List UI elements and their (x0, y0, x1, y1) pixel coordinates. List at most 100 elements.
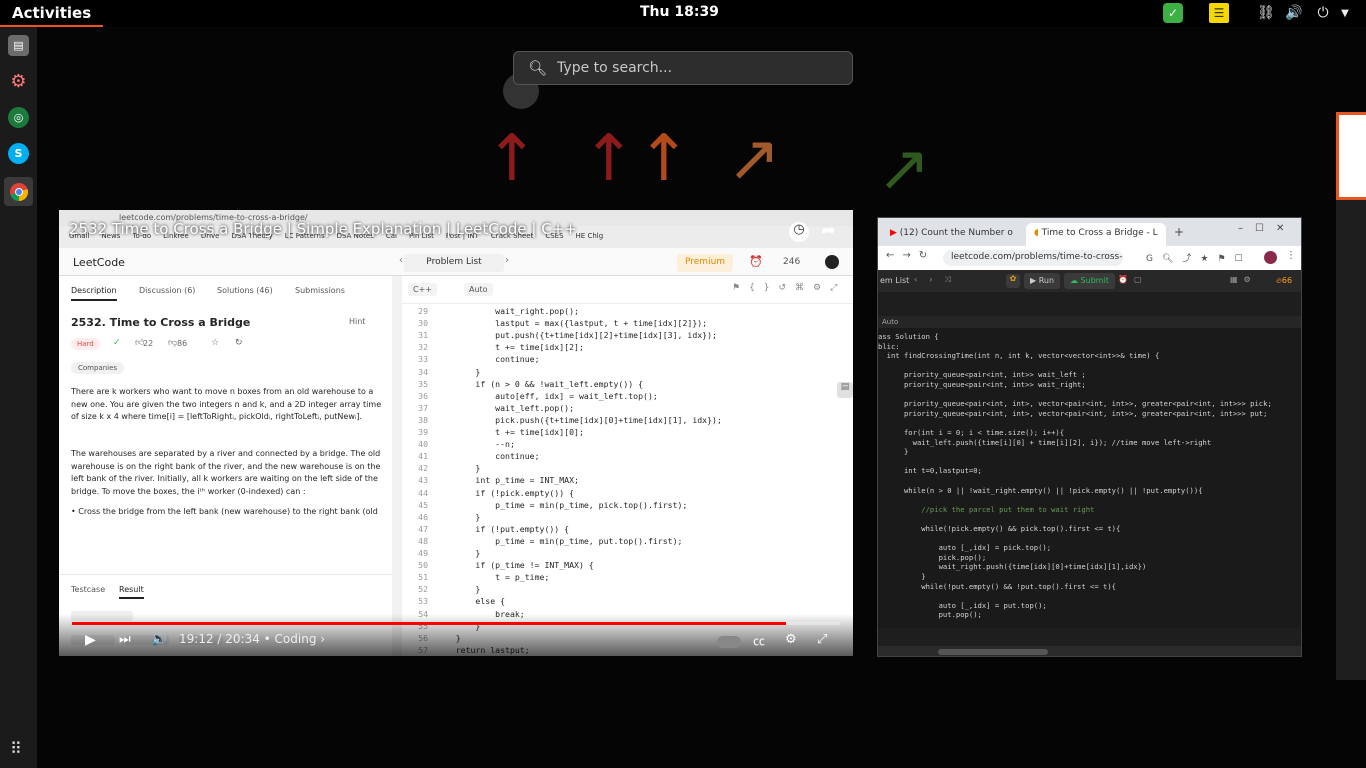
code-editor[interactable]: ass Solution {blic: int findCrossingTime… (878, 328, 1301, 628)
clock[interactable]: Thu 18:39 (640, 4, 719, 20)
submit-button[interactable]: ☁ Submit (1064, 273, 1115, 289)
globe-icon[interactable]: ◎ (8, 107, 29, 128)
code-line: } (878, 572, 926, 581)
gear-icon[interactable]: ⚙ (8, 71, 29, 92)
notes-icon[interactable]: ☰ (1209, 3, 1229, 23)
auto-toggle[interactable]: Auto (464, 283, 493, 296)
volume-icon[interactable]: 🔊 (1285, 3, 1303, 23)
scrollbar-thumb[interactable] (938, 649, 1048, 655)
chevron-right-icon[interactable]: › (505, 255, 509, 266)
refresh-icon[interactable]: ↻ (235, 338, 243, 348)
editor-head: Auto (878, 316, 1301, 328)
check-shield-icon[interactable]: ✓ (1163, 3, 1183, 23)
fullscreen-icon[interactable]: ⤢ (817, 632, 827, 647)
problem-list-link[interactable]: em List (880, 276, 909, 285)
file-cabinet-icon[interactable]: ▤ (8, 35, 29, 56)
tab-youtube[interactable]: ▶ (12) Count the Number o (882, 223, 1022, 246)
profile-avatar[interactable] (1264, 251, 1277, 264)
chrome-icon[interactable] (4, 177, 33, 206)
like-count: 22 (143, 339, 154, 348)
layout-icons[interactable]: ▦⚙ (1230, 275, 1257, 284)
code-line: while(!put.empty() && !put.top().first <… (878, 581, 1116, 591)
activities-button[interactable]: Activities (0, 0, 104, 27)
leetcode-toolbar: em List ‹›⤨ ✿ ▶ Run ☁ Submit ⏰▢ ▦⚙ 🔥︎66 (878, 270, 1301, 292)
tab-discussion[interactable]: Discussion (6) (139, 286, 195, 295)
code-text: wait_left.pop(); (436, 402, 575, 413)
timer-icons[interactable]: ⏰▢ (1118, 275, 1148, 284)
editor-toolbar: C++ Auto ⚑{}↺⌘⚙⤢ (402, 276, 853, 304)
leetcode-logo[interactable]: LeetCode (73, 256, 125, 269)
watch-later-icon[interactable]: ◷ (789, 222, 809, 242)
url-field[interactable]: leetcode.com/problems/time-to-cross-a-..… (943, 250, 1123, 266)
search-box[interactable]: 🔍︎ (513, 51, 853, 85)
problem-list-button[interactable]: Problem List (404, 254, 504, 272)
streak-counter[interactable]: 🔥︎66 (1276, 276, 1292, 286)
apps-grid-icon[interactable]: ⠿ (10, 739, 22, 758)
browser-window[interactable]: ▶ (12) Count the Number o ◖ Time to Cros… (877, 217, 1302, 657)
play-icon[interactable]: ▶ (85, 632, 96, 648)
tab-testcase[interactable]: Testcase (71, 585, 105, 594)
skype-icon[interactable]: S (8, 143, 29, 164)
line-number: 40 (418, 439, 428, 450)
window-controls[interactable]: –☐✕ (1238, 223, 1296, 234)
document-icon[interactable]: ▤ (837, 382, 853, 398)
new-tab-icon[interactable]: + (1174, 225, 1184, 239)
autoplay-toggle[interactable] (717, 636, 741, 648)
progress-bar[interactable] (72, 622, 840, 625)
horizontal-scrollbar[interactable] (878, 646, 1301, 656)
code-text: if (!pick.empty()) { (436, 487, 575, 498)
language-select[interactable]: C++ (408, 283, 437, 296)
premium-button[interactable]: Premium (677, 254, 734, 272)
hint-button[interactable]: Hint (349, 317, 365, 326)
chevron-left-icon[interactable]: ‹ (399, 255, 403, 266)
code-text: } (436, 511, 481, 522)
line-number: 33 (418, 354, 428, 365)
share-icon[interactable]: ➦ (821, 220, 836, 241)
code-text: auto[eff, idx] = wait_left.top(); (436, 390, 658, 401)
thumbs-down-icon[interactable]: 👎︎ (168, 338, 177, 348)
menu-icon[interactable]: ⋮ (1286, 250, 1296, 261)
toolbar-icons[interactable]: G🔍︎⤴★⚑☐ (1146, 251, 1252, 264)
power-icon[interactable]: ⏻ (1313, 3, 1333, 23)
code-line: ass Solution { (878, 332, 939, 341)
bug-icon[interactable]: ✿ (1006, 274, 1020, 288)
auto-toggle[interactable]: Auto (882, 318, 898, 326)
tab-description[interactable]: Description (71, 286, 117, 301)
volume-icon[interactable]: 🔊 (151, 632, 167, 647)
video-window[interactable]: leetcode.com/problems/time-to-cross-a-br… (59, 210, 853, 656)
video-time[interactable]: 19:12 / 20:34 • Coding › (179, 632, 325, 646)
workspace-thumbnail[interactable] (1336, 112, 1366, 200)
streak-counter[interactable]: 246 (783, 257, 800, 267)
workspace-thumbnail-dark[interactable] (1336, 200, 1366, 680)
chevron-down-icon[interactable]: ▼ (1338, 3, 1352, 23)
tab-leetcode[interactable]: ◖ Time to Cross a Bridge - L (1026, 223, 1166, 246)
streak-value: 66 (1281, 276, 1293, 285)
captions-icon[interactable]: ㏄ (753, 632, 765, 649)
tab-submissions[interactable]: Submissions (295, 286, 345, 295)
search-input[interactable] (557, 60, 838, 76)
video-title[interactable]: 2532 Time to Cross a Bridge | Simple Exp… (69, 220, 577, 238)
alarm-icon[interactable]: ⏰ (749, 255, 763, 268)
problem-title: 2532. Time to Cross a Bridge (71, 316, 251, 329)
code-line: while(n > 0 || !wait_right.empty() || !p… (878, 485, 1203, 495)
tab-solutions[interactable]: Solutions (46) (217, 286, 273, 295)
next-icon[interactable]: ⏭ (119, 632, 131, 647)
code-text: wait_right.pop(); (436, 306, 579, 316)
avatar[interactable] (825, 255, 839, 269)
code-editor[interactable]: 29 wait_right.pop(); 30 lastput = max({la… (402, 304, 853, 656)
code-line: for(int i = 0; i < time.size(); i++){ (878, 428, 1065, 437)
line-number: 52 (418, 584, 428, 595)
code-text: else { (436, 596, 506, 607)
companies-tag[interactable]: Companies (71, 362, 125, 374)
editor-tool-icons[interactable]: ⚑{}↺⌘⚙⤢ (732, 283, 846, 293)
panel-divider[interactable] (392, 276, 402, 656)
nav-buttons[interactable]: ←→↻ (886, 250, 935, 261)
code-line: while(!pick.empty() && pick.top().first … (878, 524, 1121, 533)
code-text: } (436, 584, 481, 595)
nav-chevrons[interactable]: ‹›⤨ (914, 275, 963, 285)
star-icon[interactable]: ☆ (211, 338, 219, 348)
settings-icon[interactable]: ⚙ (785, 632, 797, 647)
run-button[interactable]: ▶ Run (1024, 273, 1061, 289)
tab-result[interactable]: Result (119, 585, 144, 599)
network-icon[interactable]: ⛓ (1257, 3, 1275, 23)
